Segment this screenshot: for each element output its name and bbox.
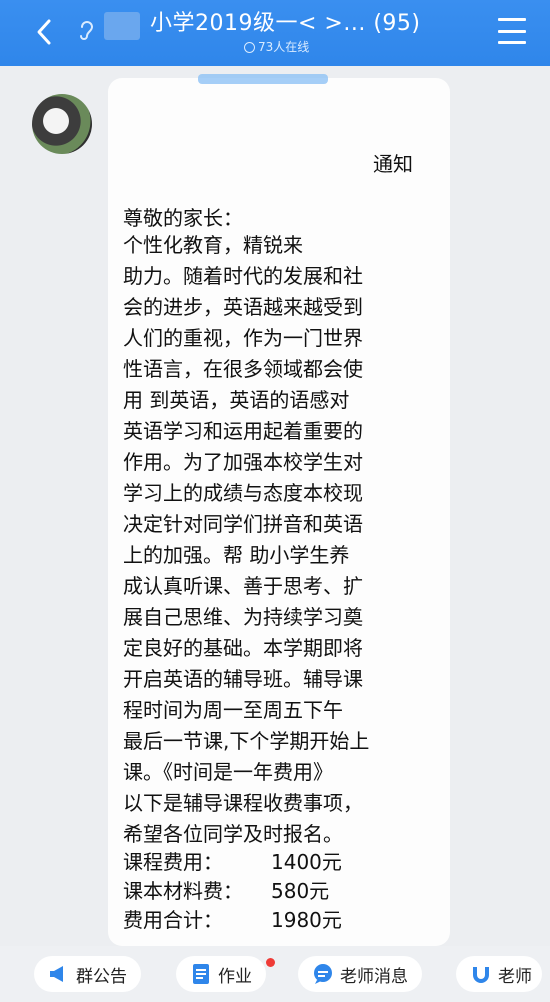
bottom-toolbar: 群公告 作业 老师消息 老师 [0,946,550,1002]
notice-title: 通知 [373,152,413,176]
fee-value: 1400元 [271,850,342,874]
document-icon [190,963,212,985]
earpiece-mode-icon[interactable] [76,16,98,44]
fee-label: 课程费用： [123,850,223,874]
back-arrow-icon [37,19,51,45]
back-button[interactable] [30,14,58,50]
fee-label: 课本材料费： [123,879,243,903]
homework-label: 作业 [218,966,252,987]
fee-value: 580元 [271,879,330,903]
group-avatar [104,12,140,40]
fee-row: 费用合计： 1980元 [123,906,423,935]
chat-area[interactable]: 通知 尊敬的家长： 个性化教育，精锐来 助力。随着时代的发展和社 会的进步，英语… [0,66,550,946]
homework-button[interactable]: 作业 [176,956,275,992]
sender-avatar[interactable] [32,94,92,154]
teacher-button[interactable]: 老师 [456,956,542,992]
online-count: 73人在线 [258,40,310,54]
chat-header: 小学2019级一< >... (95) 73人在线 [0,0,550,66]
teacher-messages-button[interactable]: 老师消息 [298,956,422,992]
sender-name-strip [198,74,328,84]
online-status: 73人在线 [244,40,309,54]
fee-list: 课程费用： 1400元 课本材料费： 580元 费用合计： 1980元 [123,848,423,935]
fee-row: 课本材料费： 580元 [123,877,423,906]
fee-value: 1980元 [271,908,342,932]
group-title: 小学2019级一< >... (95) [150,11,421,36]
fee-row: 课程费用： 1400元 [123,848,423,877]
menu-icon-line [498,29,526,33]
fee-label: 费用合计： [123,908,223,932]
menu-icon-line [498,18,526,21]
menu-button[interactable] [498,18,526,44]
teacher-icon [470,963,492,985]
group-notice-button[interactable]: 群公告 [34,956,141,992]
message-bubble[interactable]: 通知 尊敬的家长： 个性化教育，精锐来 助力。随着时代的发展和社 会的进步，英语… [108,74,450,946]
online-clock-icon [244,41,255,53]
teacher-messages-label: 老师消息 [340,966,408,987]
menu-icon-line [498,41,526,44]
group-notice-label: 群公告 [76,966,127,987]
unread-dot [266,958,275,967]
megaphone-icon [48,963,70,985]
greeting: 尊敬的家长： [123,206,243,230]
teacher-label: 老师 [498,966,532,987]
notice-body: 个性化教育，精锐来 助力。随着时代的发展和社 会的进步，英语越来越受到 人们的重… [123,233,370,846]
chat-bubble-icon [312,963,334,985]
